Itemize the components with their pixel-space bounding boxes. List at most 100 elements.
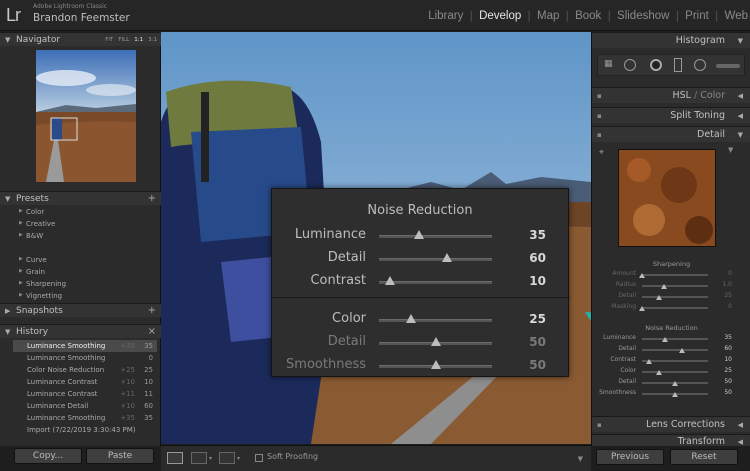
module-develop[interactable]: Develop: [473, 10, 527, 22]
history-item[interactable]: Luminance Smoothing 0: [13, 352, 157, 364]
panel-switch-icon[interactable]: ▪: [597, 417, 602, 433]
hsl-title[interactable]: HSL: [672, 90, 690, 101]
detail-header[interactable]: ▪ Detail ▼: [592, 126, 750, 142]
slider-value[interactable]: 50: [724, 378, 732, 385]
color-title[interactable]: Color: [700, 90, 725, 101]
crop-tool-icon[interactable]: ▦: [604, 59, 613, 69]
history-item[interactable]: Import (7/22/2019 3:30:43 PM): [13, 424, 157, 436]
slider-value[interactable]: 50: [529, 335, 546, 349]
adjustment-brush-icon[interactable]: [716, 64, 740, 68]
slider-value[interactable]: 10: [724, 356, 732, 363]
red-eye-icon[interactable]: [650, 59, 662, 71]
user-name[interactable]: Brandon Feemster: [33, 12, 130, 24]
history-item[interactable]: Luminance Contrast +10 10: [13, 376, 157, 388]
panel-switch-icon[interactable]: ▪: [597, 127, 602, 143]
slider-track[interactable]: [642, 285, 708, 287]
slider-thumb[interactable]: [672, 392, 678, 397]
panel-switch-icon[interactable]: ▪: [597, 108, 602, 124]
add-preset-icon[interactable]: +: [148, 192, 156, 206]
slider-value[interactable]: 35: [529, 228, 546, 242]
slider-thumb[interactable]: [660, 284, 667, 289]
lens-corrections-header[interactable]: ▪ Lens Corrections ◀: [592, 416, 750, 432]
slider-track[interactable]: [642, 349, 708, 351]
module-library[interactable]: Library: [422, 10, 469, 22]
preset-group[interactable]: ▶ Sharpening: [19, 280, 66, 288]
slider-thumb[interactable]: [430, 337, 441, 346]
slider-thumb[interactable]: [639, 273, 645, 278]
slider-thumb[interactable]: [655, 295, 662, 300]
add-snapshot-icon[interactable]: +: [148, 304, 156, 318]
dropdown-icon[interactable]: ▾: [209, 455, 212, 462]
slider-track[interactable]: [379, 235, 492, 238]
module-print[interactable]: Print: [679, 10, 715, 22]
transform-header[interactable]: Transform ◀: [592, 434, 750, 446]
panel-switch-icon[interactable]: ▪: [597, 88, 602, 104]
slider-value[interactable]: 10: [529, 274, 546, 288]
soft-proofing-checkbox[interactable]: [255, 454, 263, 462]
module-book[interactable]: Book: [569, 10, 607, 22]
snapshots-header[interactable]: ▶ Snapshots +: [0, 303, 161, 317]
slider-value[interactable]: 25: [724, 367, 732, 374]
slider-thumb[interactable]: [413, 230, 424, 239]
history-header[interactable]: ▼ History ×: [0, 324, 161, 338]
preview-toggle-icon[interactable]: ▼: [728, 146, 733, 154]
slider-thumb[interactable]: [639, 306, 645, 311]
slider-value[interactable]: 0: [728, 270, 732, 277]
history-item[interactable]: Luminance Smoothing +35 35: [13, 412, 157, 424]
radial-filter-icon[interactable]: [694, 59, 706, 71]
slider-thumb[interactable]: [655, 370, 662, 375]
slider-track[interactable]: [642, 307, 708, 309]
slider-thumb[interactable]: [385, 276, 396, 285]
preset-group[interactable]: ▶ Curve: [19, 256, 47, 264]
preset-group[interactable]: ▶ Grain: [19, 268, 45, 276]
previous-button[interactable]: Previous: [596, 449, 664, 465]
slider-thumb[interactable]: [441, 253, 452, 262]
navigator-header[interactable]: ▼ Navigator FIT FILL 1:1 3:1: [0, 32, 161, 46]
slider-value[interactable]: 50: [529, 358, 546, 372]
slider-track[interactable]: [642, 371, 708, 373]
slider-thumb[interactable]: [678, 348, 685, 353]
slider-track[interactable]: [642, 274, 708, 276]
history-item[interactable]: Color Noise Reduction +25 25: [13, 364, 157, 376]
history-item[interactable]: Luminance Contrast +11 11: [13, 388, 157, 400]
dropdown-icon[interactable]: ▾: [237, 455, 240, 462]
slider-value[interactable]: 50: [724, 389, 732, 396]
zoom-1-1[interactable]: 1:1: [134, 33, 143, 47]
compare-view-icon[interactable]: [191, 452, 207, 464]
zoom-fit[interactable]: FIT: [105, 33, 113, 47]
navigator-preview[interactable]: [36, 50, 136, 182]
clear-history-icon[interactable]: ×: [148, 325, 156, 339]
history-item[interactable]: Luminance Detail +10 60: [13, 400, 157, 412]
slider-track[interactable]: [379, 258, 492, 261]
graduated-filter-icon[interactable]: [674, 58, 682, 72]
target-icon[interactable]: ⌖: [599, 148, 604, 158]
preset-group[interactable]: ▶ B&W: [19, 232, 43, 240]
slider-value[interactable]: 0: [728, 303, 732, 310]
loupe-view-icon[interactable]: [167, 452, 183, 464]
toolbar-menu-icon[interactable]: ▼: [578, 455, 583, 463]
module-web[interactable]: Web: [719, 10, 750, 22]
histogram-header[interactable]: Histogram ▼: [592, 32, 750, 48]
slider-value[interactable]: 1.0: [722, 281, 732, 288]
slider-thumb[interactable]: [672, 381, 678, 386]
slider-value[interactable]: 35: [724, 334, 732, 341]
slider-thumb[interactable]: [645, 359, 652, 364]
slider-thumb[interactable]: [662, 337, 669, 342]
preset-group[interactable]: ▶ Creative: [19, 220, 55, 228]
slider-value[interactable]: 60: [529, 251, 546, 265]
slider-track[interactable]: [642, 338, 708, 340]
module-map[interactable]: Map: [531, 10, 565, 22]
history-item[interactable]: Luminance Smoothing +35 35: [13, 340, 157, 352]
slider-value[interactable]: 25: [529, 312, 546, 326]
zoom-3-1[interactable]: 3:1: [148, 33, 157, 47]
reset-button[interactable]: Reset: [670, 449, 738, 465]
slider-thumb[interactable]: [430, 360, 441, 369]
module-slideshow[interactable]: Slideshow: [611, 10, 675, 22]
slider-track[interactable]: [379, 281, 492, 284]
preset-group[interactable]: ▶ Color: [19, 208, 44, 216]
hsl-header[interactable]: ▪ HSL / Color ◀: [592, 87, 750, 103]
copy-button[interactable]: Copy...: [14, 448, 82, 464]
before-after-icon[interactable]: [219, 452, 235, 464]
presets-header[interactable]: ▼ Presets +: [0, 191, 161, 205]
slider-thumb[interactable]: [405, 314, 416, 323]
